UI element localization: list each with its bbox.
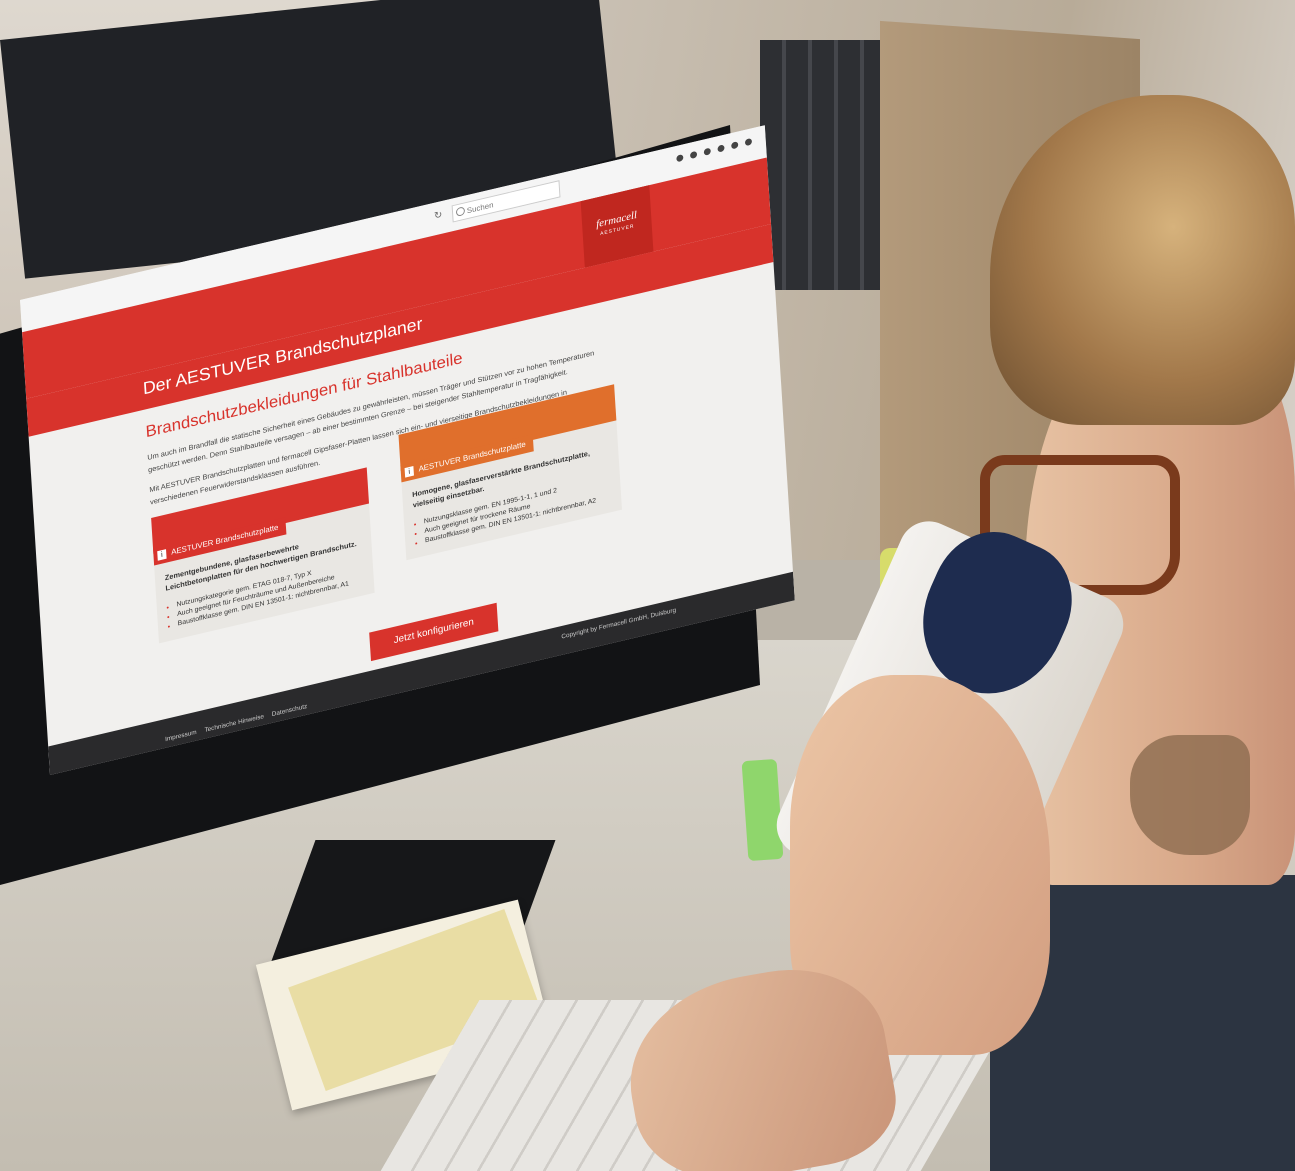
photo-scene: ↻ Suchen fermacell AESTUVER Der AESTUVER… xyxy=(0,0,1295,1171)
menu-icon[interactable] xyxy=(744,137,753,147)
footer-link-datenschutz[interactable]: Datenschutz xyxy=(272,703,308,718)
reload-icon[interactable]: ↻ xyxy=(434,210,443,222)
extension-icon[interactable] xyxy=(731,141,739,150)
hair xyxy=(990,95,1295,425)
bookmark-icon[interactable] xyxy=(676,154,684,163)
search-icon xyxy=(455,206,466,217)
info-icon: i xyxy=(157,549,167,561)
beard xyxy=(1130,735,1250,855)
download-icon[interactable] xyxy=(689,150,698,160)
home-icon[interactable] xyxy=(703,147,711,156)
info-icon: i xyxy=(404,466,414,478)
man-drinking-coffee xyxy=(614,95,1295,1171)
footer-link-impressum[interactable]: Impressum xyxy=(165,729,197,743)
green-highlighter xyxy=(741,758,784,862)
shield-icon[interactable] xyxy=(717,144,725,153)
search-placeholder: Suchen xyxy=(466,200,494,216)
